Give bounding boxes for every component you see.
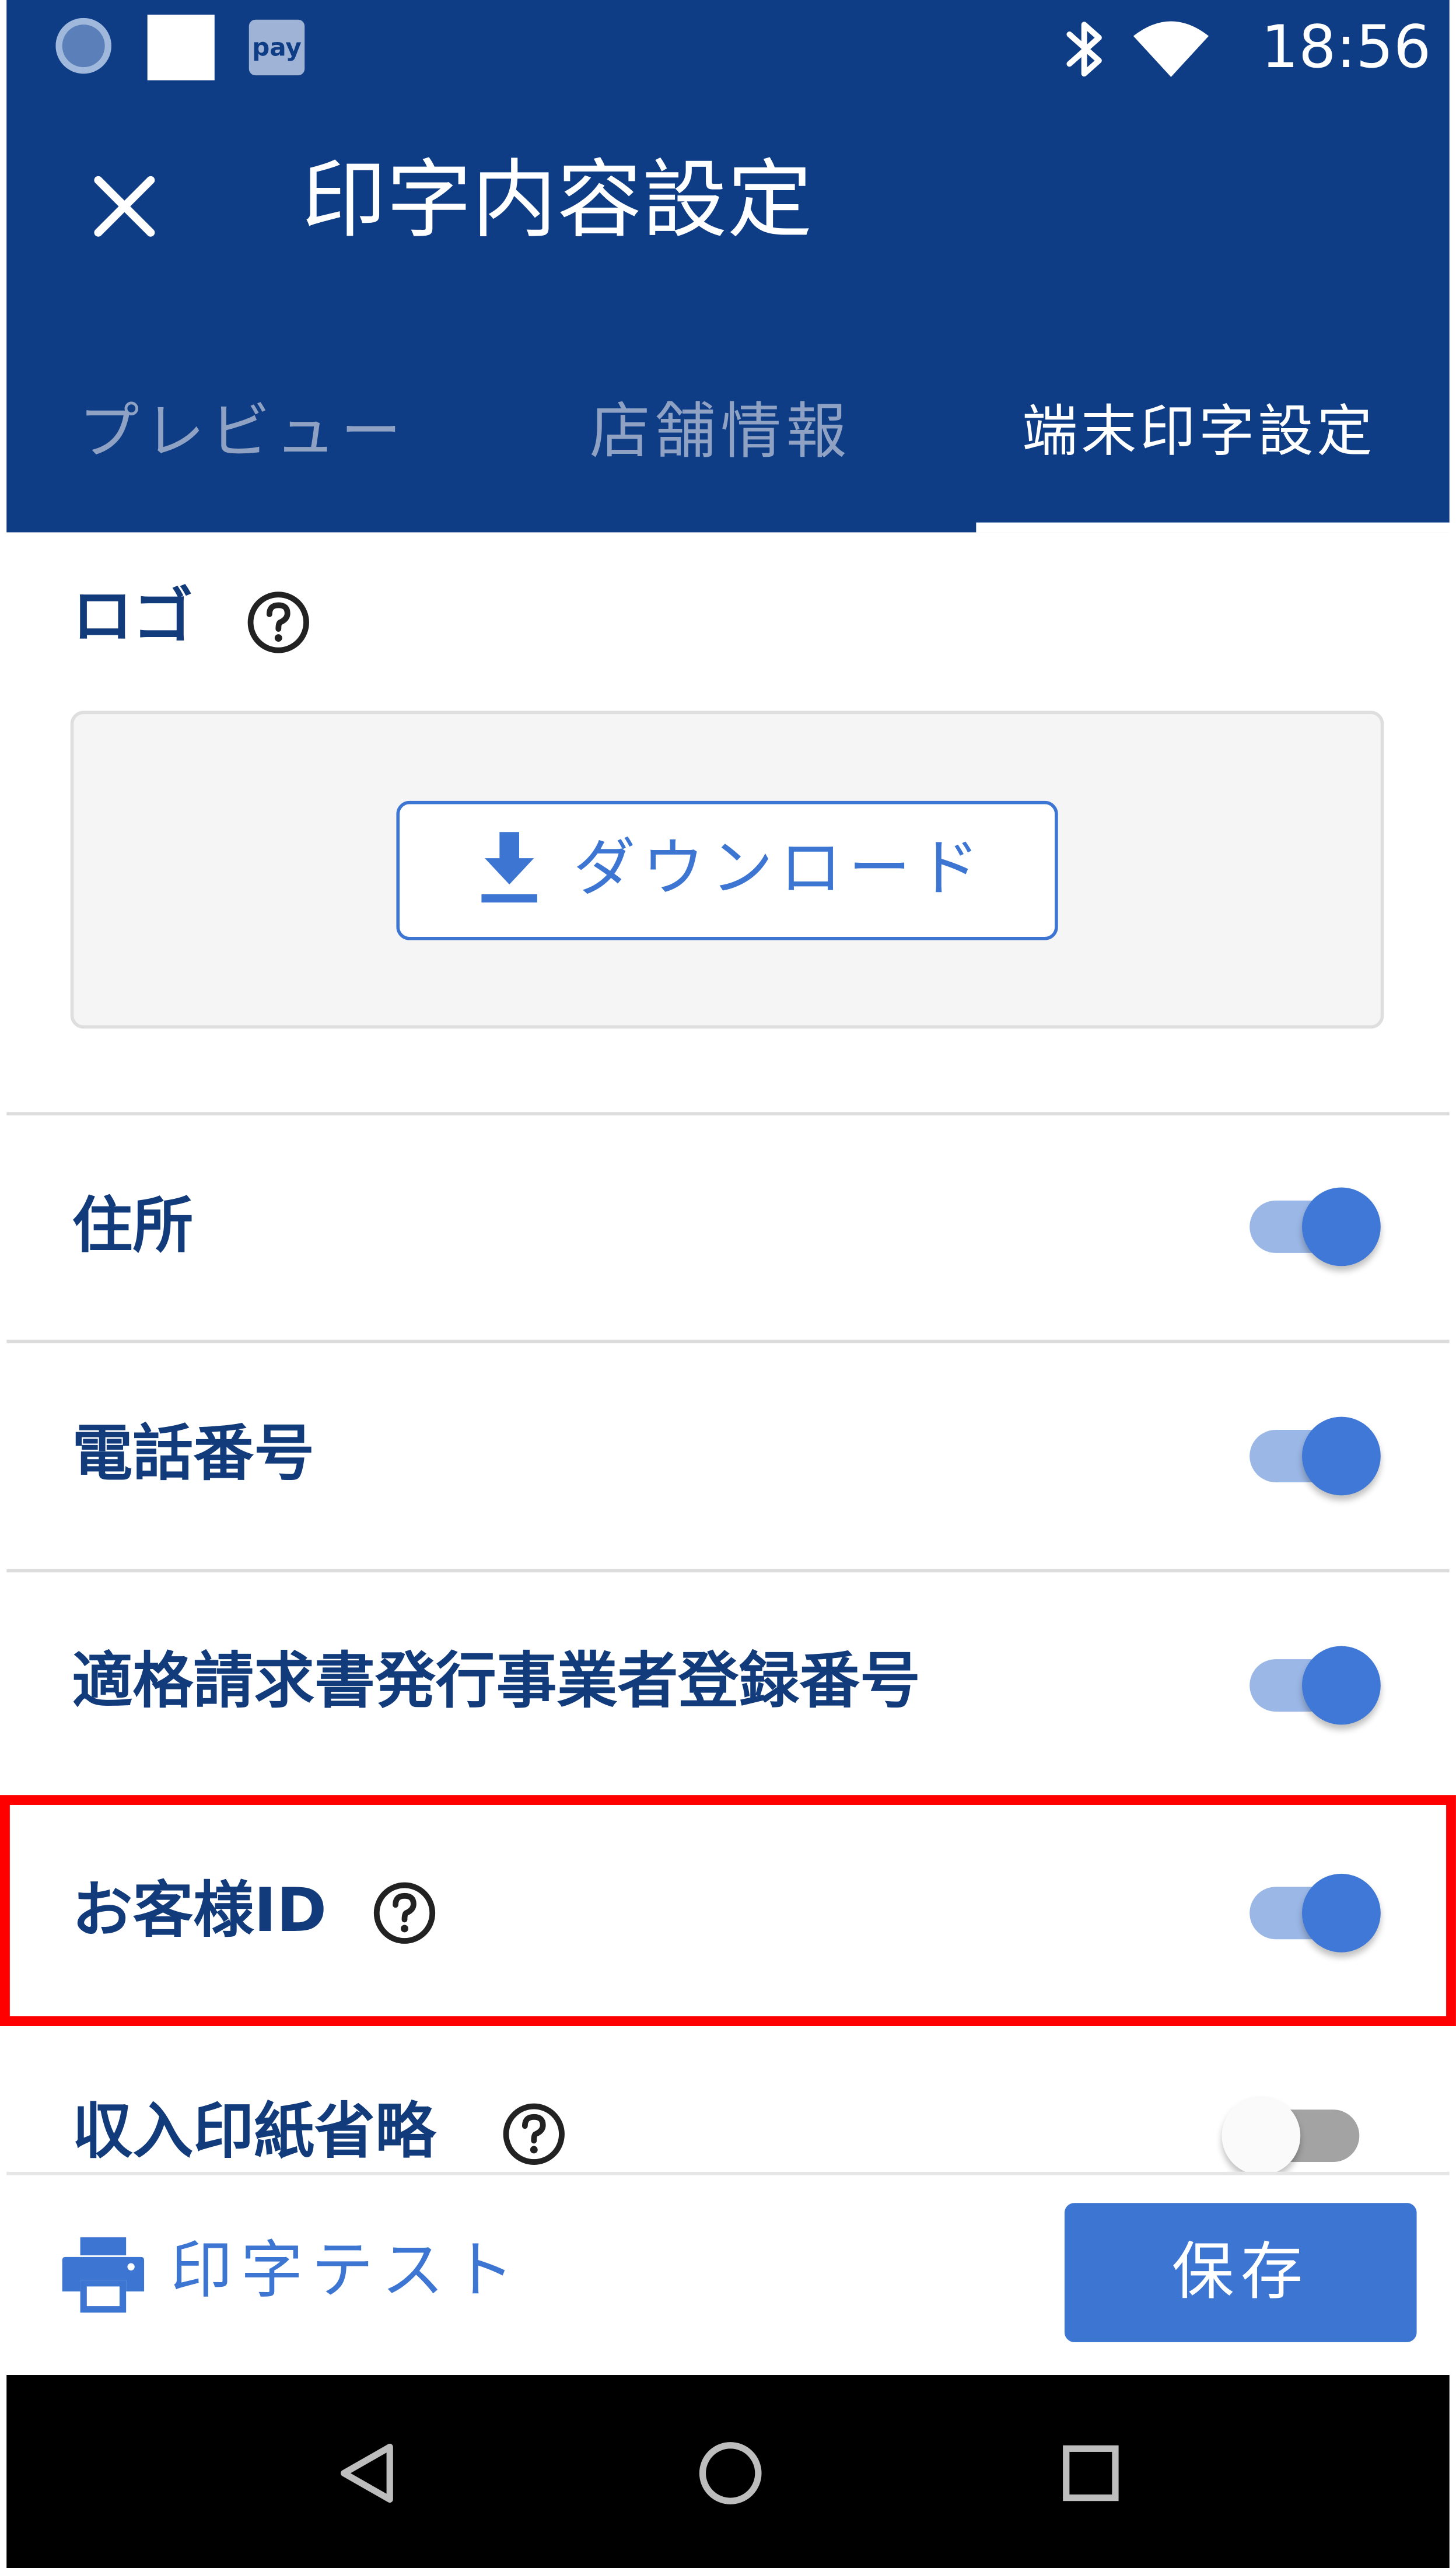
setting-label-revenue-stamp-omission: 収入印紙省略 (72, 2096, 436, 2167)
toggle-knob (1302, 1416, 1381, 1496)
divider (6, 1339, 1450, 1344)
print-test-button[interactable]: 印字テスト (170, 2221, 531, 2319)
printer-icon[interactable] (59, 2234, 148, 2313)
logo-label: ロゴ (72, 581, 194, 652)
setting-label-phone: 電話番号 (72, 1418, 315, 1489)
wifi-icon (1133, 21, 1209, 77)
home-circle-icon[interactable] (694, 2437, 766, 2510)
invoice-registration-number-toggle[interactable] (1250, 1643, 1384, 1728)
setting-label-address: 住所 (72, 1191, 194, 1261)
address-toggle[interactable] (1250, 1184, 1384, 1269)
toggle-knob (1302, 1187, 1381, 1266)
help-icon[interactable] (501, 2101, 566, 2167)
save-button[interactable]: 保存 (1064, 2203, 1417, 2342)
navigation-bar (6, 2375, 1450, 2568)
download-label: ダウンロード (573, 832, 986, 904)
tab-selected-indicator (976, 522, 1455, 533)
divider (6, 1569, 1450, 1573)
status-time: 18:56 (1261, 15, 1432, 82)
close-icon[interactable] (85, 164, 164, 249)
white-square-icon (147, 15, 215, 81)
highlight-frame (0, 1795, 1456, 2027)
revenue-stamp-omission-toggle[interactable] (1222, 2093, 1360, 2178)
tab-terminal-print-settings[interactable]: 端末印字設定 (1022, 380, 1448, 485)
screen: pay 18:56 印字内容設定 プレビュー 店舗情報 端末印字設定 ロゴ ダウ… (0, 0, 1456, 2568)
toggle-knob (1222, 2096, 1301, 2175)
phone-toggle[interactable] (1250, 1414, 1384, 1499)
back-triangle-icon[interactable] (334, 2440, 403, 2506)
recents-square-icon[interactable] (1058, 2440, 1124, 2506)
page-title: 印字内容設定 (301, 152, 813, 251)
loading-circle-icon (55, 18, 111, 74)
bluetooth-icon (1066, 22, 1102, 77)
help-icon[interactable] (246, 590, 311, 655)
app-bar: pay 18:56 印字内容設定 プレビュー 店舗情報 端末印字設定 (6, 0, 1455, 533)
divider (6, 1112, 1450, 1115)
setting-label-invoice-registration-number: 適格請求書発行事業者登録番号 (72, 1646, 921, 1717)
toggle-knob (1302, 1646, 1381, 1725)
pay-icon: pay (249, 19, 305, 76)
download-icon (481, 832, 537, 902)
tab-preview[interactable]: プレビュー (79, 380, 472, 485)
tab-store-info[interactable]: 店舗情報 (590, 380, 918, 485)
